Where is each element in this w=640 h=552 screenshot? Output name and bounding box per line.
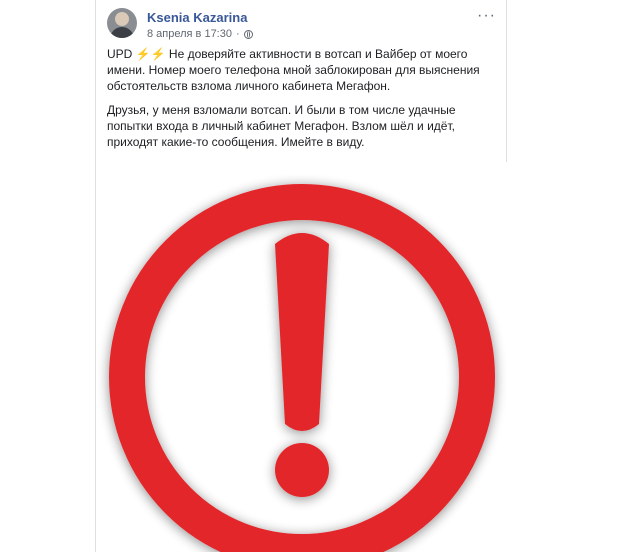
- lightning-emoji-icon: ⚡⚡: [135, 47, 166, 61]
- post-image[interactable]: [97, 162, 507, 552]
- update-paragraph: UPD ⚡⚡ Не доверяйте активности в вотсап …: [107, 46, 502, 94]
- post-header: Ksenia Kazarina 8 апреля в 17:30 · ···: [107, 8, 506, 44]
- exclamation-dot: [275, 443, 329, 497]
- exclamation-warning-icon: [109, 184, 495, 552]
- body-paragraph: Друзья, у меня взломали вотсап. И были в…: [107, 103, 456, 149]
- update-tag: UPD: [107, 47, 133, 61]
- author-name[interactable]: Ksenia Kazarina: [147, 10, 247, 25]
- post-timestamp[interactable]: 8 апреля в 17:30: [147, 28, 232, 40]
- avatar[interactable]: [107, 8, 137, 38]
- facebook-post: Ksenia Kazarina 8 апреля в 17:30 · ··· U…: [95, 0, 507, 552]
- more-options-button[interactable]: ···: [477, 8, 496, 24]
- exclamation-bar: [275, 233, 329, 431]
- post-meta: 8 апреля в 17:30 ·: [147, 28, 253, 40]
- post-text: UPD ⚡⚡ Не доверяйте активности в вотсап …: [107, 46, 502, 158]
- globe-icon: [243, 29, 253, 39]
